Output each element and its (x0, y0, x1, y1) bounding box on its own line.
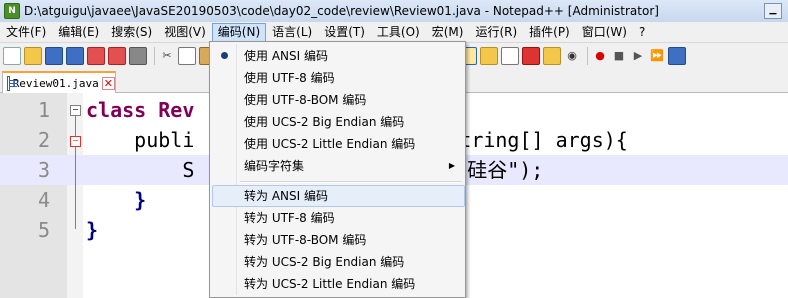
save-icon[interactable] (45, 46, 63, 65)
tab-label: Review01.java (12, 76, 99, 90)
menu-tools[interactable]: 工具(O) (371, 23, 426, 42)
menu-item-use-utf8[interactable]: 使用 UTF-8 编码 (212, 67, 463, 89)
menu-item-convert-ucs2-le[interactable]: 转为 UCS-2 Little Endian 编码 (212, 273, 463, 295)
close-all-icon[interactable] (108, 46, 126, 65)
line-number: 4 (37, 188, 50, 212)
menu-edit[interactable]: 编辑(E) (52, 23, 105, 42)
folder-workspace-icon[interactable] (543, 46, 561, 65)
line-number: 2 (37, 128, 50, 152)
code-text: class Rev (86, 98, 195, 122)
menu-separator (240, 181, 462, 183)
user-lang-icon[interactable] (480, 46, 498, 65)
save-macro-icon[interactable] (668, 46, 686, 65)
menu-search[interactable]: 搜索(S) (105, 23, 158, 42)
line-number: 1 (37, 98, 50, 122)
minimize-button[interactable]: ▁ (764, 3, 782, 19)
menu-language[interactable]: 语言(L) (266, 23, 318, 42)
function-list-icon[interactable] (522, 46, 540, 65)
record-macro-icon[interactable]: ● (592, 48, 608, 64)
window-title: D:\atguigu\javaee\JavaSE20190503\code\da… (24, 4, 659, 18)
menu-item-convert-ansi[interactable]: 转为 ANSI 编码 (212, 185, 465, 207)
line-number: 3 (37, 158, 50, 182)
code-text: } (86, 218, 99, 242)
code-text: } (86, 188, 147, 212)
file-saved-icon (7, 75, 16, 91)
menu-bar: 文件(F) 编辑(E) 搜索(S) 视图(V) 编码(N) 语言(L) 设置(T… (0, 22, 788, 43)
copy-icon[interactable] (178, 46, 196, 65)
fold-line (75, 147, 76, 207)
play-macro-icon[interactable]: ▶ (630, 48, 646, 64)
close-icon[interactable] (87, 46, 105, 65)
menu-settings[interactable]: 设置(T) (318, 23, 371, 42)
menu-item-convert-utf8[interactable]: 转为 UTF-8 编码 (212, 207, 463, 229)
doc-map-icon[interactable] (501, 46, 519, 65)
notepadpp-app-icon: N (4, 3, 20, 19)
menu-item-use-ucs2-be[interactable]: 使用 UCS-2 Big Endian 编码 (212, 111, 463, 133)
cut-icon[interactable]: ✂ (159, 48, 175, 64)
save-all-icon[interactable] (66, 46, 84, 65)
fold-toggle-icon[interactable]: − (70, 105, 81, 116)
fold-line (75, 116, 76, 136)
menu-file[interactable]: 文件(F) (0, 23, 52, 42)
menu-view[interactable]: 视图(V) (158, 23, 212, 42)
encoding-dropdown-menu: 使用 ANSI 编码 使用 UTF-8 编码 使用 UTF-8-BOM 编码 使… (209, 41, 466, 298)
menu-item-use-ansi[interactable]: 使用 ANSI 编码 (212, 45, 463, 67)
monitoring-icon[interactable]: ◉ (564, 48, 580, 64)
line-number: 5 (37, 218, 50, 242)
toolbar-separator (587, 46, 588, 65)
menu-run[interactable]: 运行(R) (469, 23, 523, 42)
new-file-icon[interactable] (3, 46, 21, 65)
menu-window[interactable]: 窗口(W) (576, 23, 633, 42)
menu-item-use-ucs2-le[interactable]: 使用 UCS-2 Little Endian 编码 (212, 133, 463, 155)
menu-item-use-utf8-bom[interactable]: 使用 UTF-8-BOM 编码 (212, 89, 463, 111)
menu-encoding[interactable]: 编码(N) (211, 22, 267, 42)
radio-selected-icon (221, 52, 228, 59)
fold-line (75, 207, 76, 229)
print-icon[interactable] (129, 46, 147, 65)
open-file-icon[interactable] (24, 46, 42, 65)
tab-close-icon[interactable]: ✕ (101, 76, 115, 90)
toolbar-separator (154, 46, 155, 65)
menu-plugins[interactable]: 插件(P) (523, 23, 576, 42)
menu-help[interactable]: ? (633, 23, 651, 42)
menu-macro[interactable]: 宏(M) (426, 23, 470, 42)
stop-record-icon[interactable]: ■ (611, 48, 627, 64)
submenu-arrow-icon: ▶ (448, 161, 455, 170)
menu-item-convert-utf8-bom[interactable]: 转为 UTF-8-BOM 编码 (212, 229, 463, 251)
tab-review01[interactable]: Review01.java ✕ (2, 71, 116, 93)
fold-toggle-icon[interactable]: − (70, 136, 81, 147)
menu-item-convert-ucs2-be[interactable]: 转为 UCS-2 Big Endian 编码 (212, 251, 463, 273)
play-multiple-icon[interactable]: ⏩ (649, 48, 665, 64)
title-bar: N D:\atguigu\javaee\JavaSE20190503\code\… (0, 0, 788, 23)
menu-item-charset[interactable]: 编码字符集 ▶ (212, 155, 463, 177)
